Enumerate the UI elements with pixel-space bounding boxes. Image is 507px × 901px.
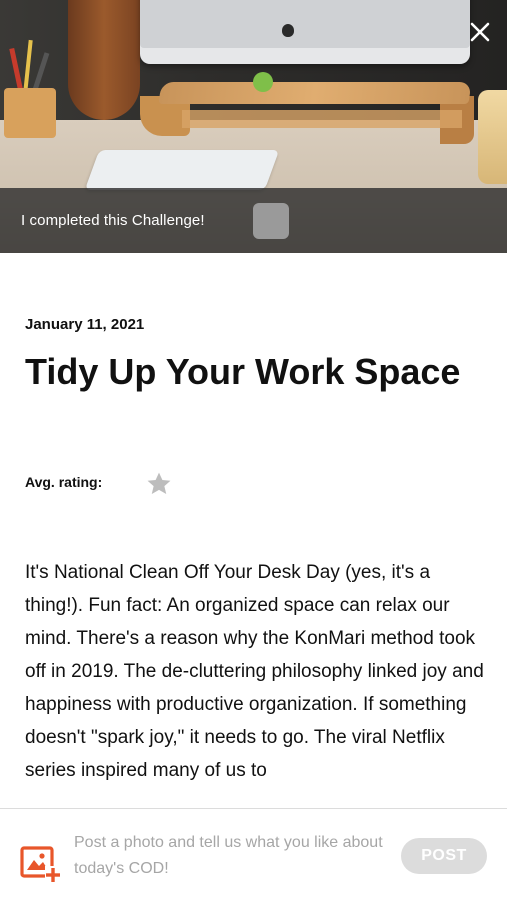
close-icon [470, 22, 490, 42]
post-bar: Post a photo and tell us what you like a… [0, 808, 507, 901]
hero-lamp [478, 90, 507, 184]
add-photo-icon[interactable] [19, 840, 63, 884]
completed-challenge-checkbox[interactable] [253, 203, 289, 239]
post-prompt-input[interactable]: Post a photo and tell us what you like a… [74, 830, 394, 882]
hero-keyboard [84, 150, 280, 190]
page-title: Tidy Up Your Work Space [25, 351, 461, 392]
hero-pen-cup [4, 88, 56, 138]
hero-stand-base [182, 110, 462, 128]
hero-monitor-stand [158, 82, 472, 104]
hero-apple-logo [282, 24, 294, 37]
avg-rating-label: Avg. rating: [25, 474, 103, 490]
post-button[interactable]: POST [401, 838, 487, 874]
hero-figurine [253, 72, 273, 92]
completed-challenge-label: I completed this Challenge! [21, 212, 205, 229]
star-icon[interactable] [145, 470, 173, 498]
hero-monitor [140, 0, 470, 64]
hero-wooden-speaker [68, 0, 140, 120]
article-body: It's National Clean Off Your Desk Day (y… [25, 562, 484, 781]
close-button[interactable] [465, 17, 495, 47]
article-date: January 11, 2021 [25, 316, 145, 333]
hero-image: I completed this Challenge! [0, 0, 507, 253]
